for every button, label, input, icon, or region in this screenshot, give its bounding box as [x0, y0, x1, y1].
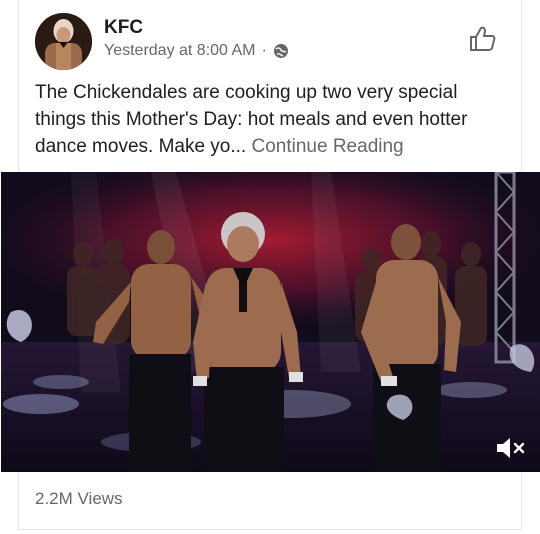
views-count: 2.2M Views [35, 489, 123, 508]
post-timestamp[interactable]: Yesterday at 8:00 AM [104, 42, 256, 60]
video-player[interactable] [1, 172, 540, 472]
thumbs-up-icon[interactable] [467, 24, 497, 54]
page-name[interactable]: KFC [104, 17, 143, 39]
post-text: The Chickendales are cooking up two very… [35, 79, 505, 160]
continue-reading-link[interactable]: Continue Reading [252, 136, 404, 157]
meta-separator: · [261, 42, 267, 59]
post-meta: Yesterday at 8:00 AM · [104, 42, 289, 60]
page-avatar[interactable] [35, 13, 92, 70]
globe-icon [273, 43, 289, 59]
post-card: KFC Yesterday at 8:00 AM · The Chickenda… [1, 0, 540, 530]
mute-icon[interactable] [495, 436, 525, 460]
